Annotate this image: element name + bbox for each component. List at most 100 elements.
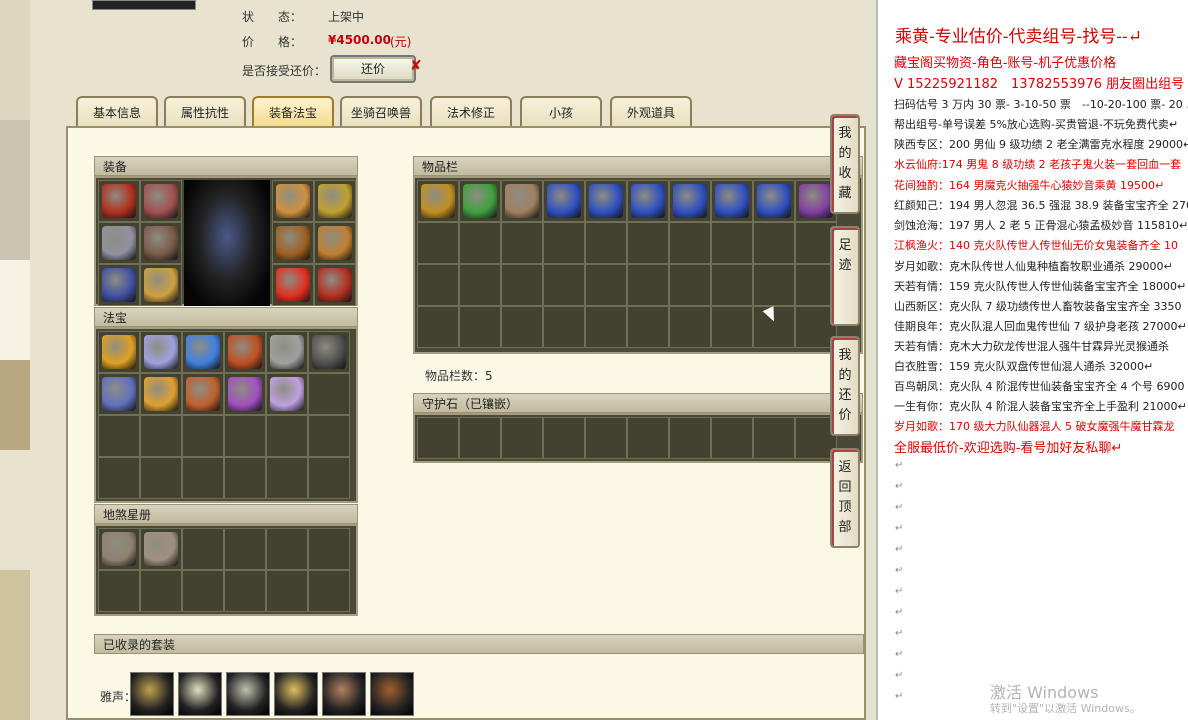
back-to-top-button[interactable]: 返回顶部	[830, 448, 860, 548]
inventory-slot[interactable]	[711, 306, 753, 348]
inventory-slot[interactable]	[459, 180, 501, 222]
fabao-slot[interactable]	[266, 415, 308, 457]
inventory-slot[interactable]	[501, 306, 543, 348]
suit-item-icon[interactable]	[226, 672, 270, 716]
inventory-slot[interactable]	[627, 180, 669, 222]
inventory-slot[interactable]	[417, 222, 459, 264]
fabao-slot[interactable]	[224, 331, 266, 373]
collection-slot[interactable]	[98, 570, 140, 612]
inventory-slot[interactable]	[543, 306, 585, 348]
inventory-slot[interactable]	[627, 264, 669, 306]
inventory-slot[interactable]	[417, 306, 459, 348]
inventory-slot[interactable]	[627, 222, 669, 264]
guardian-slot[interactable]	[711, 417, 753, 459]
collection-slot[interactable]	[182, 570, 224, 612]
inventory-slot[interactable]	[711, 264, 753, 306]
collection-slot[interactable]	[182, 528, 224, 570]
fabao-slot[interactable]	[308, 331, 350, 373]
fabao-slot[interactable]	[140, 373, 182, 415]
collection-slot[interactable]	[224, 570, 266, 612]
equipment-slot[interactable]	[140, 180, 182, 222]
collection-slot[interactable]	[140, 528, 182, 570]
fabao-slot[interactable]	[98, 415, 140, 457]
inventory-slot[interactable]	[753, 222, 795, 264]
equipment-slot[interactable]	[140, 264, 182, 306]
inventory-slot[interactable]	[711, 180, 753, 222]
fabao-slot[interactable]	[182, 331, 224, 373]
tab-mounts-pets[interactable]: 坐骑召唤兽	[340, 96, 422, 128]
guardian-slot[interactable]	[627, 417, 669, 459]
suit-item-icon[interactable]	[274, 672, 318, 716]
inventory-slot[interactable]	[543, 264, 585, 306]
fabao-slot[interactable]	[266, 457, 308, 499]
collection-slot[interactable]	[140, 570, 182, 612]
suit-item-icon[interactable]	[178, 672, 222, 716]
fabao-slot[interactable]	[98, 457, 140, 499]
equipment-slot[interactable]	[98, 180, 140, 222]
fabao-slot[interactable]	[98, 373, 140, 415]
inventory-slot[interactable]	[459, 222, 501, 264]
guardian-slot[interactable]	[501, 417, 543, 459]
collection-slot[interactable]	[98, 528, 140, 570]
fabao-slot[interactable]	[182, 373, 224, 415]
tab-attributes[interactable]: 属性抗性	[164, 96, 246, 128]
guardian-slot[interactable]	[543, 417, 585, 459]
suit-item-icon[interactable]	[130, 672, 174, 716]
inventory-slot[interactable]	[585, 306, 627, 348]
suit-item-icon[interactable]	[370, 672, 414, 716]
guardian-slot[interactable]	[669, 417, 711, 459]
my-favorites-button[interactable]: 我的收藏	[830, 114, 860, 214]
inventory-slot[interactable]	[753, 264, 795, 306]
my-offers-button[interactable]: 我的还价	[830, 336, 860, 436]
tab-equipment[interactable]: 装备法宝	[252, 96, 334, 128]
equipment-slot[interactable]	[314, 222, 356, 264]
equipment-slot[interactable]	[314, 180, 356, 222]
guardian-slot[interactable]	[753, 417, 795, 459]
fabao-slot[interactable]	[224, 457, 266, 499]
inventory-slot[interactable]	[669, 264, 711, 306]
main-scrollbar[interactable]	[866, 0, 876, 720]
inventory-slot[interactable]	[501, 264, 543, 306]
equipment-slot[interactable]	[314, 264, 356, 306]
collection-slot[interactable]	[308, 570, 350, 612]
tab-child[interactable]: 小孩	[520, 96, 602, 128]
inventory-slot[interactable]	[459, 264, 501, 306]
fabao-slot[interactable]	[308, 373, 350, 415]
fabao-slot[interactable]	[266, 373, 308, 415]
inventory-slot[interactable]	[669, 306, 711, 348]
collection-slot[interactable]	[224, 528, 266, 570]
fabao-slot[interactable]	[224, 415, 266, 457]
equipment-slot[interactable]	[272, 264, 314, 306]
guardian-slot[interactable]	[585, 417, 627, 459]
equipment-slot[interactable]	[272, 180, 314, 222]
inventory-slot[interactable]	[711, 222, 753, 264]
fabao-slot[interactable]	[266, 331, 308, 373]
counter-offer-button[interactable]: 还价	[330, 55, 416, 83]
tab-appearance[interactable]: 外观道具	[610, 96, 692, 128]
tab-spells[interactable]: 法术修正	[430, 96, 512, 128]
inventory-slot[interactable]	[543, 222, 585, 264]
fabao-slot[interactable]	[182, 415, 224, 457]
inventory-slot[interactable]	[585, 180, 627, 222]
suit-item-icon[interactable]	[322, 672, 366, 716]
inventory-slot[interactable]	[753, 180, 795, 222]
collection-slot[interactable]	[266, 570, 308, 612]
inventory-slot[interactable]	[417, 180, 459, 222]
inventory-slot[interactable]	[501, 180, 543, 222]
guardian-slot[interactable]	[417, 417, 459, 459]
fabao-slot[interactable]	[224, 373, 266, 415]
inventory-slot[interactable]	[543, 180, 585, 222]
inventory-slot[interactable]	[669, 222, 711, 264]
guardian-slot[interactable]	[459, 417, 501, 459]
footprint-button[interactable]: 足迹	[830, 226, 860, 326]
equipment-slot[interactable]	[140, 222, 182, 264]
equipment-slot[interactable]	[272, 222, 314, 264]
inventory-slot[interactable]	[501, 222, 543, 264]
equipment-slot[interactable]	[98, 264, 140, 306]
inventory-slot[interactable]	[669, 180, 711, 222]
tab-basic-info[interactable]: 基本信息	[76, 96, 158, 128]
fabao-slot[interactable]	[140, 457, 182, 499]
fabao-slot[interactable]	[140, 331, 182, 373]
fabao-slot[interactable]	[308, 457, 350, 499]
inventory-slot[interactable]	[585, 264, 627, 306]
